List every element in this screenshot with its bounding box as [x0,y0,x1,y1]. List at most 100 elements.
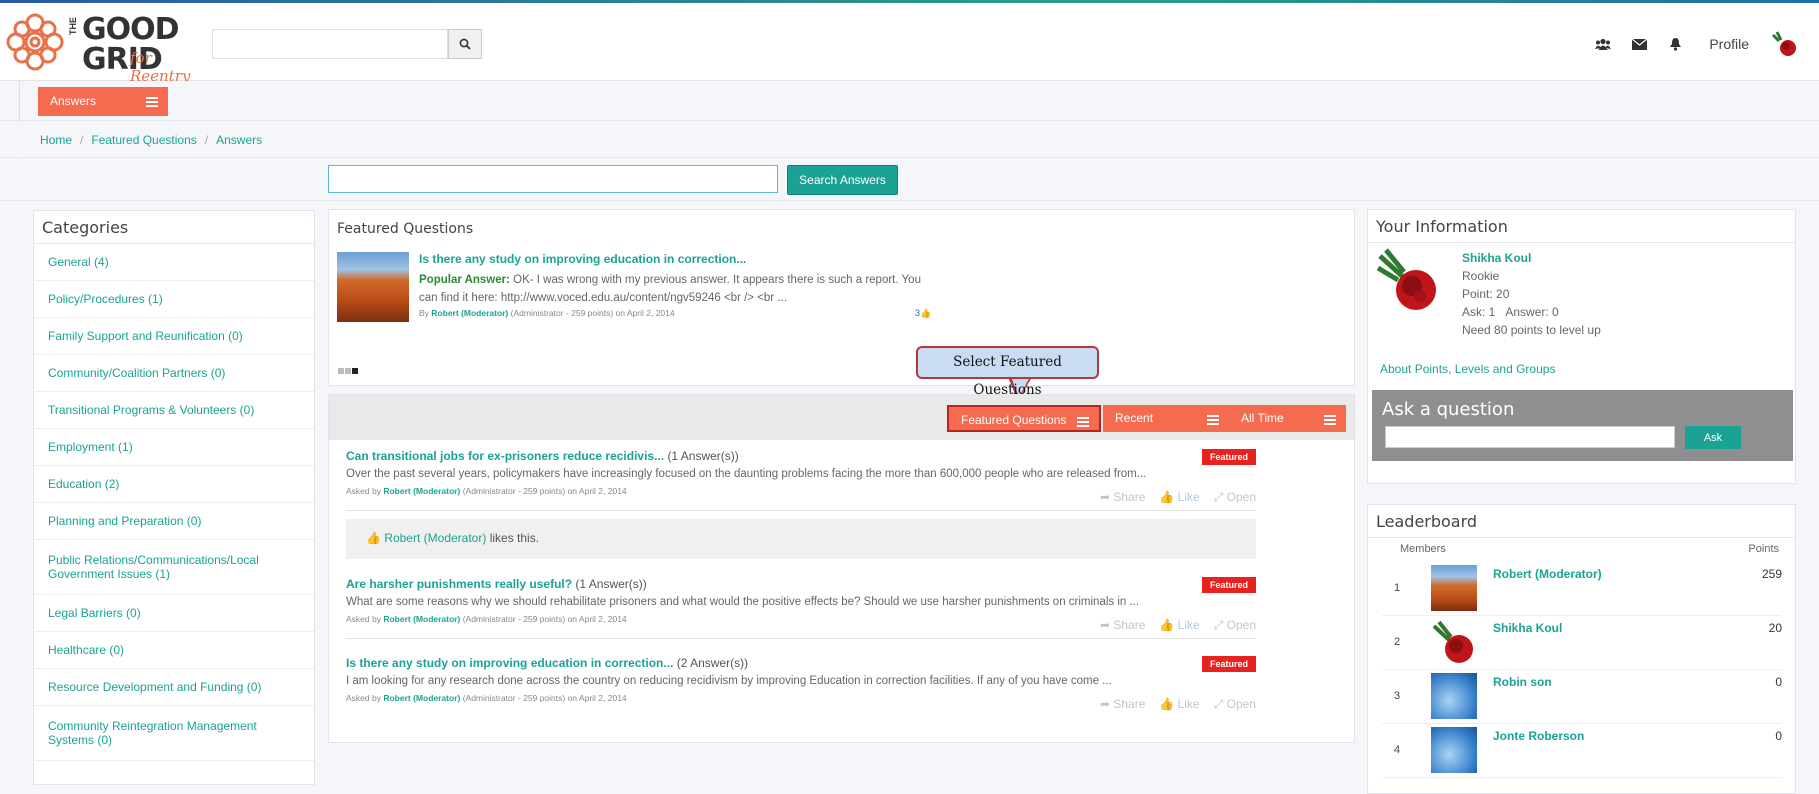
featured-badge: Featured [1201,577,1256,593]
answer-search-input[interactable] [328,165,778,193]
question-item: Are harsher punishments really useful? (… [346,577,1256,633]
question-title-link[interactable]: Is there any study on improving educatio… [346,656,673,670]
answer-count: (1 Answer(s)) [667,449,739,463]
question-author-link[interactable]: Robert (Moderator) [383,614,460,624]
category-item[interactable]: Employment (1) [34,429,314,466]
answers-menu-button[interactable]: Answers [38,87,168,116]
member-name-link[interactable]: Robin son [1493,675,1552,689]
likes-user-link[interactable]: Robert (Moderator) [384,531,486,545]
featured-question-link[interactable]: Is there any study on improving educatio… [419,252,746,266]
byline-prefix: By [419,308,429,318]
member-name-link[interactable]: Jonte Roberson [1493,729,1584,743]
open-action[interactable]: ⤢ Open [1214,697,1256,712]
category-item[interactable]: Resource Development and Funding (0) [34,669,314,706]
carousel-dots [338,368,358,374]
share-icon: ➦ [1099,618,1110,632]
your-information-panel: Your Information Shikha Koul Rookie Poin… [1367,209,1796,484]
leaderboard-points-header: Points [1748,543,1779,555]
user-points: Point: 20 [1462,287,1510,301]
member-name-link[interactable]: Robert (Moderator) [1493,567,1602,581]
leaderboard-row: 3 Robin son 0 [1382,670,1782,724]
featured-questions-filter[interactable]: Featured Questions [947,405,1101,432]
featured-questions-panel: Featured Questions Is there any study on… [328,209,1355,386]
thumbs-up-icon: 👍 [1159,697,1175,711]
site-search-input[interactable] [212,29,448,59]
profile-link[interactable]: Profile [1709,36,1749,52]
categories-panel: Categories General (4) Policy/Procedures … [33,210,315,785]
category-item[interactable]: Public Relations/Communications/Local Go… [34,540,314,595]
share-action[interactable]: ➦ Share [1100,618,1145,633]
breadcrumb-featured-questions[interactable]: Featured Questions [91,133,196,147]
category-item[interactable]: Legal Barriers (0) [34,595,314,632]
open-action[interactable]: ⤢ Open [1214,618,1256,633]
open-action[interactable]: ⤢ Open [1214,490,1256,505]
breadcrumb-separator: / [80,133,84,147]
question-actions: ➦ Share 👍 Like ⤢ Open [1100,618,1256,633]
category-item[interactable]: Planning and Preparation (0) [34,503,314,540]
search-icon [459,38,471,50]
category-item[interactable]: Transitional Programs & Volunteers (0) [34,392,314,429]
ask-button[interactable]: Ask [1685,426,1741,449]
category-item[interactable]: Education (2) [34,466,314,503]
category-item[interactable]: Community/Coalition Partners (0) [34,355,314,392]
like-action[interactable]: 👍 Like [1159,697,1199,712]
question-author-link[interactable]: Robert (Moderator) [383,693,460,703]
breadcrumb-home[interactable]: Home [40,133,72,147]
question-title-link[interactable]: Are harsher punishments really useful? [346,577,572,591]
user-name-link[interactable]: Shikha Koul [1462,249,1601,267]
points-levels-groups-link[interactable]: About Points, Levels and Groups [1380,362,1555,376]
share-action[interactable]: ➦ Share [1100,490,1145,505]
section-band: Answers [0,81,1819,121]
like-label: Like [1177,490,1200,504]
category-item[interactable]: Family Support and Reunification (0) [34,318,314,355]
site-logo[interactable]: THE GOOD GRID for Reentry [4,9,200,85]
envelope-icon[interactable] [1631,37,1647,51]
carousel-dot[interactable] [345,368,351,374]
user-ask-answer: Ask: 1 Answer: 0 [1462,303,1601,321]
bell-icon[interactable] [1667,37,1683,51]
select-featured-callout: Select Featured Questions [916,346,1099,398]
category-item[interactable]: Healthcare (0) [34,632,314,669]
user-avatar[interactable] [1769,29,1799,59]
category-item[interactable]: Policy/Procedures (1) [34,281,314,318]
leaderboard-title: Leaderboard [1368,505,1795,538]
leaderboard-row: 4 Jonte Roberson 0 [1382,724,1782,778]
featured-like-count[interactable]: 3👍 [915,308,931,319]
recent-filter[interactable]: Recent [1103,405,1229,432]
logo-the-text: THE [68,17,78,35]
site-search-button[interactable] [448,29,482,59]
likes-text: likes this. [489,531,540,545]
user-answer-count: Answer: 0 [1505,305,1559,319]
question-item: Is there any study on improving educatio… [346,656,1256,712]
expand-icon: ⤢ [1213,490,1224,504]
groups-icon[interactable] [1595,37,1612,51]
breadcrumb-band: Home / Featured Questions / Answers [0,122,1819,158]
carousel-dot-active[interactable] [352,368,358,374]
logo-tagline: for Reentry [130,49,191,85]
ask-question-input[interactable] [1385,426,1675,448]
hamburger-icon [1207,415,1219,425]
site-header: THE GOOD GRID for Reentry Profile [0,3,1819,85]
thumbs-up-icon: 👍 [1159,490,1175,504]
share-action[interactable]: ➦ Share [1100,697,1145,712]
category-item[interactable]: General (4) [34,244,314,281]
category-item[interactable]: Community Reintegration Management Syste… [34,706,314,761]
carousel-dot[interactable] [338,368,344,374]
question-excerpt: What are some reasons why we should reha… [346,596,1140,608]
question-divider [346,510,1256,511]
member-name-link[interactable]: Shikha Koul [1493,621,1562,635]
like-label: Like [1177,618,1200,632]
featured-user-link[interactable]: Robert (Moderator) [431,308,508,318]
expand-icon: ⤢ [1213,697,1224,711]
profile-picture [1376,246,1442,316]
header-nav: Profile [1595,25,1799,63]
breadcrumb-answers[interactable]: Answers [216,133,262,147]
search-answers-button[interactable]: Search Answers [787,165,898,195]
question-author-link[interactable]: Robert (Moderator) [383,486,460,496]
featured-badge: Featured [1201,449,1256,465]
all-time-filter[interactable]: All Time [1229,405,1346,432]
like-action[interactable]: 👍 Like [1159,490,1199,505]
question-actions: ➦ Share 👍 Like ⤢ Open [1100,490,1256,505]
like-action[interactable]: 👍 Like [1159,618,1199,633]
question-title-link[interactable]: Can transitional jobs for ex-prisoners r… [346,449,664,463]
